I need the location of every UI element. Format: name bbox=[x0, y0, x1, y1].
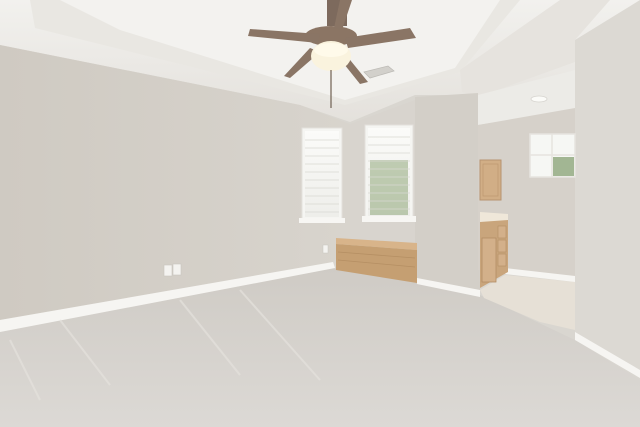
window-left-sill bbox=[299, 218, 345, 223]
wall-outlet bbox=[322, 244, 329, 254]
dividing-wall bbox=[415, 93, 480, 290]
bedroom-photo bbox=[0, 0, 640, 427]
recessed-light bbox=[530, 95, 548, 103]
window-right-sill bbox=[362, 216, 416, 222]
wall-outlet bbox=[172, 263, 182, 276]
wall-outlet bbox=[163, 264, 173, 277]
window-right-view bbox=[370, 160, 408, 215]
right-wall bbox=[575, 0, 640, 375]
bathroom-window-tree bbox=[553, 157, 574, 176]
bedroom-illustration bbox=[0, 0, 640, 427]
